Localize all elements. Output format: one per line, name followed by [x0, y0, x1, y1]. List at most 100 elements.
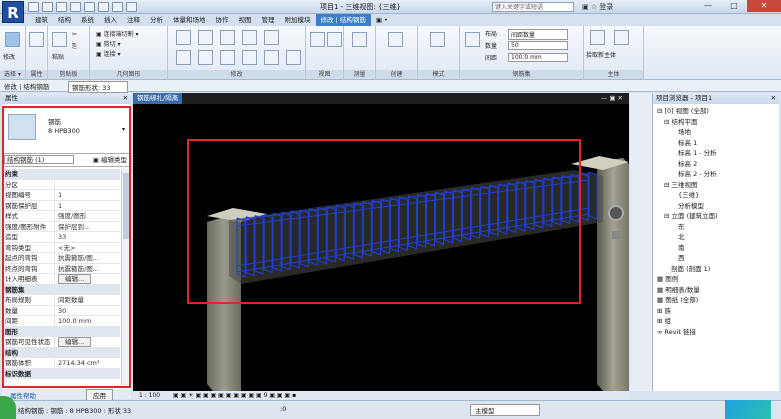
- property-category[interactable]: 钢筋集: [2, 284, 120, 295]
- rotate-icon[interactable]: [220, 50, 235, 65]
- browser-tree-item[interactable]: 分析模型: [657, 201, 779, 212]
- mirror-draw-icon[interactable]: [242, 30, 257, 45]
- chevron-down-icon[interactable]: ▾: [122, 126, 125, 133]
- properties-help-link[interactable]: 属性帮助: [10, 390, 36, 400]
- delete-icon[interactable]: [286, 50, 301, 65]
- array-icon[interactable]: [264, 50, 279, 65]
- 3d-view-icon[interactable]: [126, 2, 137, 12]
- cut-icon[interactable]: ✂: [72, 31, 77, 38]
- property-category[interactable]: 约束: [2, 169, 120, 180]
- cut-geometry-button[interactable]: ▣ 剪切 ▾: [96, 39, 121, 48]
- join-button[interactable]: ▣ 连接 ▾: [96, 49, 121, 58]
- open-icon[interactable]: [28, 2, 39, 12]
- print-icon[interactable]: [84, 2, 95, 12]
- measure-icon[interactable]: [98, 2, 109, 12]
- ribbon-tab[interactable]: 注释: [122, 14, 145, 26]
- ribbon-tab[interactable]: 视图: [234, 14, 257, 26]
- workset-select[interactable]: 主模型: [470, 404, 540, 416]
- pick-host-icon[interactable]: [590, 30, 605, 45]
- spacing-input[interactable]: 100.0 mm: [508, 53, 568, 62]
- property-value[interactable]: 100.0 mm: [54, 316, 120, 326]
- edit-type-button[interactable]: ▣ 编辑类型: [93, 154, 127, 167]
- ribbon-tab[interactable]: 结构: [53, 14, 76, 26]
- browser-tree-item[interactable]: 西: [657, 253, 779, 264]
- undo-icon[interactable]: [56, 2, 67, 12]
- minimize-button[interactable]: —: [695, 0, 721, 12]
- search-input[interactable]: 键入关键字或短语: [492, 2, 574, 12]
- view-window-controls[interactable]: — ▣ ✕: [601, 94, 623, 102]
- type-selector[interactable]: 钢筋 8 HPB300 ▾: [2, 104, 131, 154]
- instance-filter-select[interactable]: 结构钢筋 (1): [4, 155, 74, 164]
- shape-select[interactable]: 钢筋形状: 33: [68, 81, 128, 93]
- browser-tree-item[interactable]: 标高 1 - 分析: [657, 148, 779, 159]
- offset-icon[interactable]: [198, 30, 213, 45]
- properties-icon[interactable]: [29, 32, 44, 47]
- scrollbar-thumb[interactable]: [123, 173, 129, 239]
- browser-close-button[interactable]: ✕: [771, 93, 776, 104]
- browser-tree-item[interactable]: 东: [657, 222, 779, 233]
- view-tools[interactable]: ▣ ▣ ☀ ▣ ▣ ▣ ▣ ▣ ▣ ▣ ▣ ▣ 9 ▣ ▣ ▣ ▪: [173, 391, 296, 400]
- properties-close-button[interactable]: ✕: [123, 93, 128, 104]
- connect-cut-button[interactable]: ▣ 连接端切割 ▾: [96, 29, 139, 38]
- property-value[interactable]: 编辑...: [54, 274, 120, 284]
- redo-icon[interactable]: [70, 2, 81, 12]
- browser-tree-item[interactable]: ⊟ 三维视图: [657, 180, 779, 191]
- remove-host-icon[interactable]: [614, 30, 629, 45]
- property-category[interactable]: 图形: [2, 326, 120, 337]
- create-group-icon[interactable]: [388, 32, 403, 47]
- move-icon[interactable]: [176, 50, 191, 65]
- property-value[interactable]: 33: [54, 232, 120, 242]
- browser-tree-item[interactable]: 南: [657, 243, 779, 254]
- ribbon-tab[interactable]: 附加模块: [280, 14, 316, 26]
- browser-tree-item[interactable]: 场地: [657, 127, 779, 138]
- ribbon-tab[interactable]: 修改 | 结构钢筋: [315, 14, 371, 26]
- navigation-wheel-icon[interactable]: [608, 205, 624, 221]
- browser-tree-item[interactable]: ⊟ 结构平面: [657, 117, 779, 128]
- maximize-button[interactable]: □: [721, 0, 747, 12]
- ribbon-tab[interactable]: 体量和场地: [168, 14, 211, 26]
- property-category[interactable]: 标识数据: [2, 368, 120, 379]
- save-icon[interactable]: [42, 2, 53, 12]
- 3d-viewport[interactable]: 钢筋绑扎/隔离 — ▣ ✕: [133, 93, 629, 391]
- browser-tree-item[interactable]: ⊞ 族: [657, 306, 779, 317]
- paste-icon[interactable]: [52, 32, 67, 47]
- ribbon-tab[interactable]: ▣ •: [371, 14, 393, 26]
- browser-tree-item[interactable]: 标高 2: [657, 159, 779, 170]
- property-value[interactable]: 1: [54, 200, 120, 210]
- ribbon-tab[interactable]: 建筑: [30, 14, 53, 26]
- property-value[interactable]: 编辑...: [54, 337, 120, 347]
- zoom-icon[interactable]: [612, 231, 620, 239]
- property-edit-button[interactable]: 编辑...: [58, 274, 92, 284]
- count-input[interactable]: 50: [508, 41, 568, 50]
- align-icon[interactable]: [176, 30, 191, 45]
- close-button[interactable]: ✕: [747, 0, 781, 12]
- view-tab[interactable]: 钢筋绑扎/隔离: [133, 93, 183, 104]
- property-value[interactable]: 抗震箍筋/图...: [54, 263, 120, 273]
- property-value[interactable]: 间距数量: [54, 295, 120, 305]
- mirror-icon[interactable]: [220, 30, 235, 45]
- layout-rule-select[interactable]: 间距数量: [508, 29, 568, 40]
- property-value[interactable]: 1: [54, 190, 120, 200]
- ribbon-tab[interactable]: 管理: [257, 14, 280, 26]
- browser-tree-item[interactable]: 北: [657, 232, 779, 243]
- property-value[interactable]: 强度/图形: [54, 211, 120, 221]
- browser-tree-item[interactable]: ⊟ [0] 视图 (全部): [657, 106, 779, 117]
- view-scale[interactable]: 1 : 100: [139, 391, 160, 400]
- measure-tool-icon[interactable]: [352, 32, 367, 47]
- properties-scrollbar[interactable]: [121, 169, 129, 385]
- property-value[interactable]: 30: [54, 305, 120, 315]
- browser-tree-item[interactable]: {三维}: [657, 190, 779, 201]
- ribbon-tab[interactable]: 分析: [145, 14, 168, 26]
- browser-tree-item[interactable]: ⊞ 组: [657, 316, 779, 327]
- edit-sketch-icon[interactable]: [430, 32, 445, 47]
- property-value[interactable]: 2714.34 cm³: [54, 358, 120, 368]
- ribbon-tab[interactable]: 系统: [76, 14, 99, 26]
- override-icon[interactable]: [327, 32, 342, 47]
- copy-element-icon[interactable]: [198, 50, 213, 65]
- property-value[interactable]: 保护层到...: [54, 221, 120, 231]
- presentation-icon[interactable]: [465, 32, 480, 47]
- property-value[interactable]: <无>: [54, 242, 120, 252]
- browser-tree-item[interactable]: ▦ 明细表/数量: [657, 285, 779, 296]
- split-icon[interactable]: [264, 30, 279, 45]
- property-edit-button[interactable]: 编辑...: [58, 337, 92, 347]
